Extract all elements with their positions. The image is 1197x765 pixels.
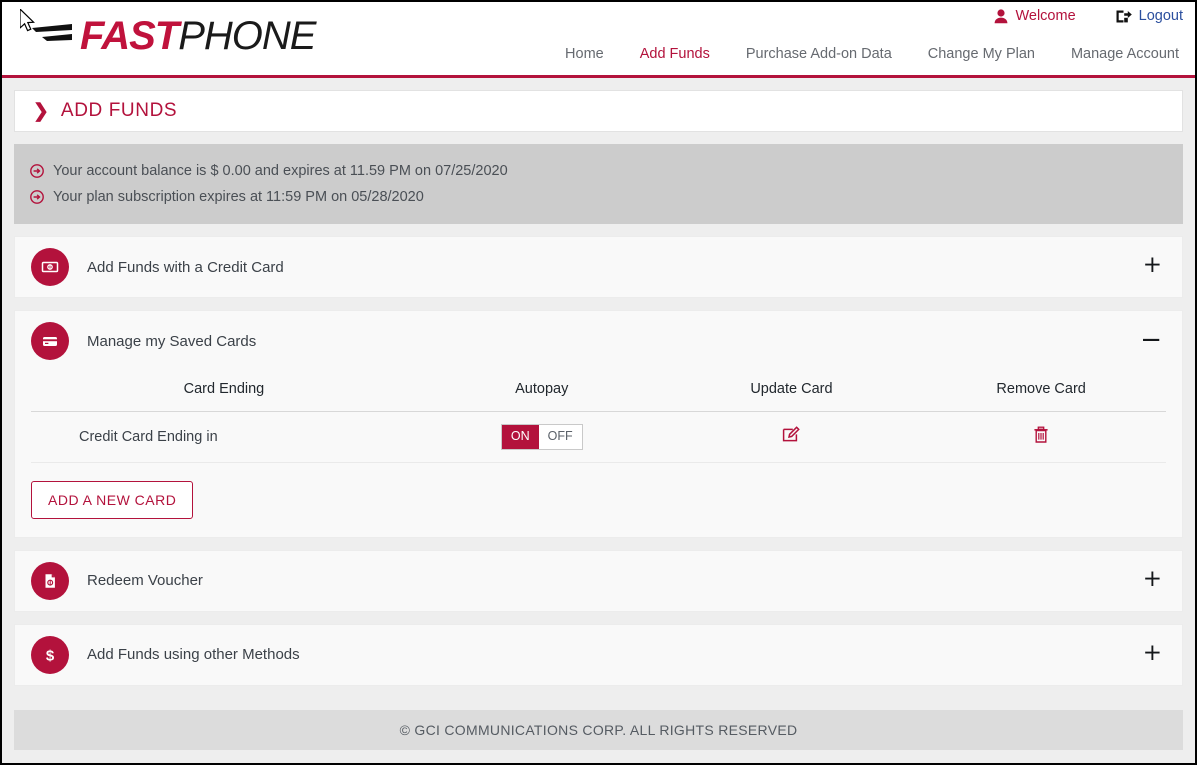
- accordion-toggle-plus-icon[interactable]: +: [1143, 254, 1162, 280]
- sign-out-icon: [1116, 10, 1132, 22]
- logout-link[interactable]: Logout: [1116, 8, 1183, 24]
- logo-fast: FAST: [80, 14, 179, 58]
- logo-phone: PHONE: [178, 14, 316, 58]
- alert-line-balance: Your account balance is $ 0.00 and expir…: [30, 158, 1183, 184]
- accordion-toggle-minus-icon[interactable]: −: [1140, 327, 1162, 356]
- logo-text: FASTPHONE: [80, 14, 316, 58]
- arrow-circle-right-icon: [30, 164, 44, 178]
- site-header: FASTPHONE Welcome Logout Home Add Funds …: [2, 2, 1195, 78]
- alert-text-balance: Your account balance is $ 0.00 and expir…: [53, 163, 508, 179]
- arrow-circle-right-icon: [30, 190, 44, 204]
- account-status-alert: Your account balance is $ 0.00 and expir…: [14, 144, 1183, 224]
- cell-update-card: [666, 411, 917, 463]
- accordion-toggle-plus-icon[interactable]: +: [1143, 641, 1162, 668]
- nav-item-change-my-plan[interactable]: Change My Plan: [928, 46, 1035, 62]
- accordion-header-manage-saved-cards[interactable]: Manage my Saved Cards −: [15, 311, 1182, 371]
- nav-item-manage-account[interactable]: Manage Account: [1071, 46, 1179, 62]
- column-header-update-card: Update Card: [666, 371, 917, 412]
- accordion-header-redeem-voucher[interactable]: Redeem Voucher +: [15, 551, 1182, 611]
- banknote-icon: [31, 248, 69, 286]
- column-header-remove-card: Remove Card: [916, 371, 1166, 412]
- cell-card-ending: Credit Card Ending in: [31, 411, 417, 463]
- edit-pencil-icon: [783, 425, 801, 442]
- nav-item-add-funds[interactable]: Add Funds: [640, 46, 710, 62]
- accordion-label-add-funds-credit-card: Add Funds with a Credit Card: [87, 258, 284, 276]
- welcome-link[interactable]: Welcome: [994, 8, 1076, 24]
- voucher-document-icon: [31, 561, 69, 600]
- site-logo[interactable]: FASTPHONE: [32, 8, 316, 64]
- accordion-header-add-funds-other-methods[interactable]: $ Add Funds using other Methods +: [15, 625, 1182, 685]
- footer-copyright: © GCI COMMUNICATIONS CORP. ALL RIGHTS RE…: [399, 721, 798, 738]
- accordion-label-add-funds-other-methods: Add Funds using other Methods: [87, 646, 300, 663]
- accordion-toggle-plus-icon[interactable]: +: [1143, 567, 1162, 594]
- table-row: Credit Card Ending in ON OFF: [31, 411, 1166, 463]
- accordion-label-redeem-voucher: Redeem Voucher: [87, 572, 203, 589]
- browser-viewport: FASTPHONE Welcome Logout Home Add Funds …: [0, 0, 1197, 765]
- site-footer: © GCI COMMUNICATIONS CORP. ALL RIGHTS RE…: [14, 709, 1183, 750]
- alert-line-subscription: Your plan subscription expires at 11:59 …: [30, 184, 1183, 210]
- autopay-on-segment[interactable]: ON: [501, 425, 539, 449]
- update-card-button[interactable]: [781, 425, 801, 445]
- page-body: ❯ ADD FUNDS Your account balance is $ 0.…: [2, 78, 1195, 686]
- accordion-manage-saved-cards: Manage my Saved Cards − Card Ending Auto…: [14, 310, 1183, 538]
- accordion-add-funds-credit-card: Add Funds with a Credit Card +: [14, 236, 1183, 298]
- logout-label: Logout: [1138, 8, 1183, 24]
- remove-card-button[interactable]: [1031, 425, 1051, 445]
- cell-remove-card: [916, 411, 1166, 463]
- alert-text-subscription: Your plan subscription expires at 11:59 …: [53, 189, 424, 205]
- saved-cards-table-body: Credit Card Ending in ON OFF: [31, 411, 1166, 463]
- svg-text:$: $: [46, 647, 55, 664]
- main-navigation: Home Add Funds Purchase Add-on Data Chan…: [565, 46, 1179, 62]
- column-header-card-ending: Card Ending: [31, 371, 417, 412]
- table-header-row: Card Ending Autopay Update Card Remove C…: [31, 371, 1166, 412]
- nav-item-purchase-add-on-data[interactable]: Purchase Add-on Data: [746, 46, 892, 62]
- column-header-autopay: Autopay: [416, 371, 667, 412]
- saved-cards-table-head: Card Ending Autopay Update Card Remove C…: [31, 371, 1166, 412]
- nav-item-home[interactable]: Home: [565, 46, 604, 62]
- cell-autopay: ON OFF: [416, 411, 667, 463]
- autopay-toggle[interactable]: ON OFF: [500, 424, 583, 450]
- welcome-label: Welcome: [1015, 8, 1076, 24]
- add-a-new-card-button[interactable]: ADD A NEW CARD: [31, 480, 194, 519]
- accordion-add-funds-other-methods: $ Add Funds using other Methods +: [14, 623, 1183, 686]
- dollar-sign-icon: $: [31, 635, 69, 674]
- accordion-redeem-voucher: Redeem Voucher +: [14, 549, 1183, 612]
- credit-card-icon: [31, 322, 69, 360]
- chevron-right-icon: ❯: [33, 100, 49, 122]
- page-title: ADD FUNDS: [60, 100, 178, 121]
- accordion-label-manage-saved-cards: Manage my Saved Cards: [87, 332, 257, 350]
- saved-cards-panel: Card Ending Autopay Update Card Remove C…: [15, 371, 1182, 537]
- header-account-links: Welcome Logout: [994, 8, 1183, 24]
- page-title-bar: ❯ ADD FUNDS: [14, 90, 1183, 132]
- person-icon: [995, 8, 1008, 23]
- accordion-header-add-funds-credit-card[interactable]: Add Funds with a Credit Card +: [15, 237, 1182, 297]
- autopay-off-segment[interactable]: OFF: [538, 425, 582, 449]
- saved-cards-table: Card Ending Autopay Update Card Remove C…: [31, 371, 1166, 463]
- trash-icon: [1034, 426, 1048, 443]
- speed-lines-icon: [32, 24, 72, 41]
